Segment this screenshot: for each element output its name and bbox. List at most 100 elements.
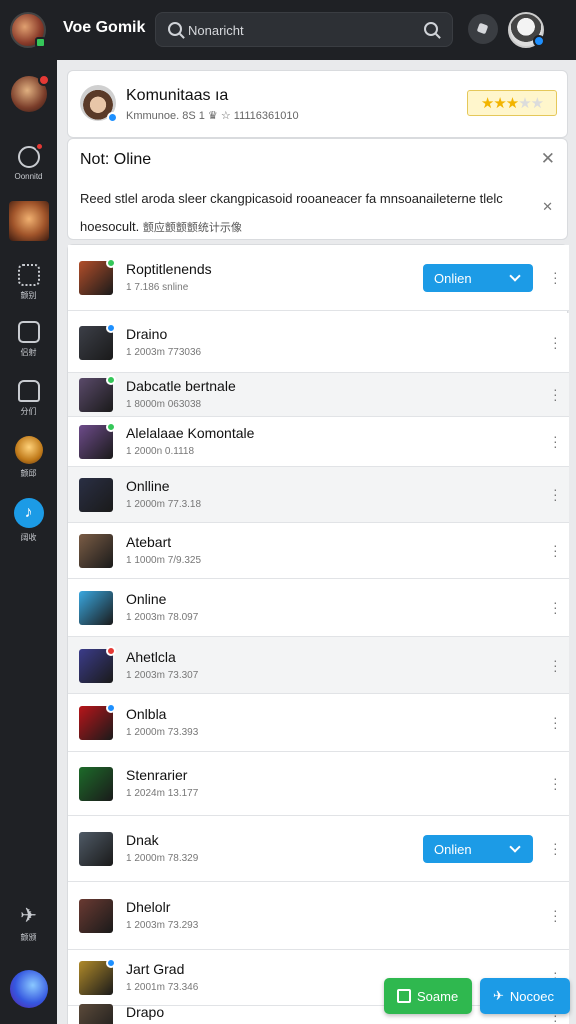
sidebar-label: 颤别: [20, 291, 37, 300]
sidebar-label: 颤邱: [20, 469, 37, 478]
item-thumbnail: [79, 258, 116, 295]
more-options-icon[interactable]: ···: [553, 429, 558, 453]
grid-icon: [17, 264, 40, 286]
star-rating[interactable]: ★★★ ★★: [467, 90, 557, 116]
item-subtitle: 1 2000m 77.3.18: [126, 499, 202, 510]
sidebar-item-tiktok[interactable]: ♪ 阔收: [0, 498, 57, 543]
notification-badge: [37, 74, 50, 86]
status-dot: [106, 645, 116, 656]
item-thumbnail: [79, 958, 116, 995]
sidebar-item-grid[interactable]: 颤别: [0, 264, 57, 301]
main-panel: Komunitaas ıa Kmmunoe. 8S 1 ♛ ☆ 11116361…: [57, 60, 576, 1024]
item-thumbnail: [79, 478, 113, 512]
app-logo-avatar[interactable]: [10, 12, 46, 48]
sidebar-item-profile[interactable]: [0, 74, 57, 112]
item-thumbnail: [79, 899, 113, 933]
list-item[interactable]: Onlline 1 2000m 77.3.18 · · ·: [68, 467, 569, 523]
list-item[interactable]: Roptitlenends 1 7.186 snline Onlien · · ·: [68, 245, 569, 311]
status-dot: [106, 422, 116, 432]
more-options-icon[interactable]: ···: [553, 903, 558, 927]
item-title: Jart Grad: [126, 961, 185, 977]
list-item[interactable]: Online 1 2003m 78.097 · · ·: [68, 579, 569, 637]
more-options-icon[interactable]: ···: [553, 595, 558, 619]
item-title: Ahetlcla: [126, 648, 176, 665]
item-title: Atebart: [126, 534, 172, 550]
item-subtitle: 1 2000m 73.393: [126, 727, 199, 738]
dismiss-icon[interactable]: ✕: [542, 200, 553, 213]
status-dot: [106, 703, 116, 713]
conversation-list: Roptitlenends 1 7.186 snline Onlien · · · Drai…: [67, 244, 569, 1024]
item-subtitle: 1 8000m 063038: [126, 399, 202, 410]
list-item[interactable]: Draino 1 2003m 773036 · · ·: [68, 313, 569, 373]
sidebar-item-app[interactable]: [0, 970, 57, 1008]
list-item[interactable]: Alelalaae Komontale 1 2000n 0.1118 · · ·: [68, 417, 569, 467]
item-title: Dabcatle bertnale: [126, 378, 236, 394]
list-item[interactable]: Ahetlcla 1 2003m 73.307 · · ·: [68, 637, 569, 694]
broadcast-icon: [17, 142, 44, 168]
status-dot: [106, 375, 116, 385]
item-title: Online: [126, 591, 167, 607]
more-options-icon[interactable]: ···: [553, 330, 558, 354]
notice-cjk-text: 颤应颤颤颤统计示像: [142, 222, 242, 234]
item-thumbnail: [79, 534, 113, 568]
shield-avatar: [14, 436, 43, 464]
list-item[interactable]: Onlbla 1 2000m 73.393 · · ·: [68, 694, 569, 752]
item-subtitle: 1 2003m 73.293: [126, 920, 199, 931]
item-title: Onlbla: [126, 706, 167, 722]
more-options-icon[interactable]: ···: [553, 538, 558, 562]
sidebar: Oonnitd 颤别 侣射 分们 颤邱 ♪ 阔收 ✈ 颤颁: [0, 60, 57, 1024]
sidebar-item-tag[interactable]: 分们: [0, 380, 57, 417]
item-subtitle: 1 1000m 7/9.325: [126, 555, 202, 566]
more-options-icon[interactable]: ···: [553, 710, 558, 734]
app-title: Voe Gomik: [63, 19, 146, 36]
star-icon: ★★: [518, 95, 544, 112]
sidebar-item-broadcast[interactable]: Oonnitd: [0, 142, 57, 181]
item-title: Draino: [126, 326, 168, 342]
close-icon[interactable]: ✕: [541, 150, 555, 167]
sidebar-item-plane[interactable]: ✈ 颤颁: [0, 906, 57, 943]
green-action-button[interactable]: Soame: [384, 978, 472, 1014]
list-item[interactable]: Dnak 1 2000m 78.329 Onlien · · ·: [68, 816, 569, 882]
sidebar-label: Oonnitd: [14, 172, 43, 181]
item-title: Roptitlenends: [126, 261, 212, 277]
more-options-icon[interactable]: ···: [553, 265, 558, 289]
list-item[interactable]: Dabcatle bertnale 1 8000m 063038 · · ·: [68, 373, 569, 417]
online-status-button[interactable]: Onlien: [423, 835, 533, 863]
list-item[interactable]: Atebart 1 1000m 7/9.325 · · ·: [68, 523, 569, 579]
status-dot: [106, 323, 116, 333]
status-dot: [106, 258, 116, 268]
user-avatar[interactable]: [508, 12, 545, 48]
search-icon: [168, 22, 182, 36]
status-dot: [106, 958, 116, 968]
notifications-button[interactable]: [468, 14, 498, 44]
more-options-icon[interactable]: ···: [553, 382, 558, 406]
profile-avatar[interactable]: [80, 85, 118, 123]
item-title: Alelalaae Komontale: [126, 425, 255, 441]
search-bar[interactable]: [155, 12, 453, 47]
item-subtitle: 1 7.186 snline: [126, 282, 189, 293]
status-dot: [35, 37, 46, 48]
more-options-icon[interactable]: ···: [553, 653, 558, 677]
sidebar-item-game[interactable]: [0, 201, 57, 241]
app-swirl-icon: [9, 970, 48, 1008]
more-options-icon[interactable]: ···: [553, 482, 558, 506]
search-submit-icon[interactable]: [424, 22, 438, 36]
more-options-icon[interactable]: ···: [553, 771, 558, 795]
more-options-icon[interactable]: ···: [553, 1008, 558, 1024]
star-icon: ★★★: [480, 95, 519, 112]
tiktok-icon: ♪: [13, 498, 44, 528]
notice-body: Reed stlel aroda sleer ckangpicasoid roo…: [80, 185, 532, 242]
list-item[interactable]: Stenrarier 1 2024m 13.177 · · ·: [68, 752, 569, 816]
item-subtitle: 1 2003m 773036: [126, 347, 202, 358]
online-button-label: Onlien: [434, 270, 472, 286]
sidebar-item-chat[interactable]: 侣射: [0, 321, 57, 358]
sidebar-item-shield[interactable]: 颤邱: [0, 436, 57, 479]
blue-action-button[interactable]: ✈ Nocoec: [480, 978, 570, 1014]
search-input[interactable]: [188, 21, 408, 39]
online-status-button[interactable]: Onlien: [423, 264, 533, 292]
green-action-label: Soame: [417, 988, 459, 1004]
item-title: Dnak: [126, 832, 159, 848]
list-item[interactable]: Dhelolr 1 2003m 73.293 · · ·: [68, 882, 569, 950]
more-options-icon[interactable]: ···: [553, 836, 558, 860]
item-subtitle: 1 2000n 0.1118: [126, 446, 195, 457]
